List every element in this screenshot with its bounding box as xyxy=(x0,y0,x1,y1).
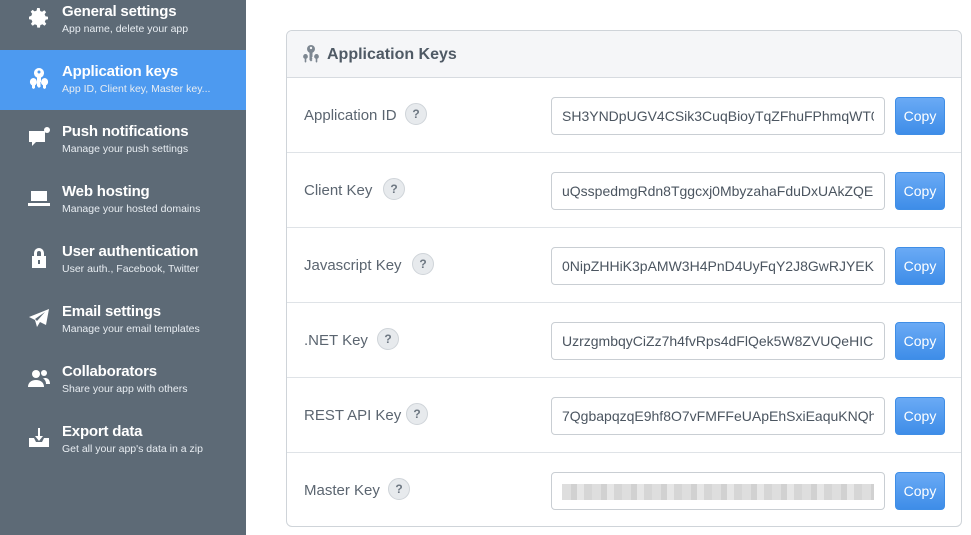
help-icon[interactable]: ? xyxy=(406,403,428,425)
sidebar-item-subtitle: Manage your push settings xyxy=(62,143,189,155)
sidebar-item-push-notifications[interactable]: Push notifications Manage your push sett… xyxy=(0,110,246,170)
sidebar-item-title: Web hosting xyxy=(62,183,150,200)
key-row-net-key: .NET Key ? Copy xyxy=(287,303,961,378)
sidebar-item-user-authentication[interactable]: User authentication User auth., Facebook… xyxy=(0,230,246,290)
master-key-field[interactable] xyxy=(551,472,885,510)
key-row-rest-api-key: REST API Key ? Copy xyxy=(287,378,961,453)
application-keys-panel: Application Keys Application ID ? Copy C… xyxy=(286,30,962,527)
copy-master-key-button[interactable]: Copy xyxy=(895,472,945,510)
gear-icon xyxy=(26,5,52,31)
sidebar-item-title: Email settings xyxy=(62,303,161,320)
help-icon[interactable]: ? xyxy=(383,178,405,200)
sidebar-item-export-data[interactable]: Export data Get all your app's data in a… xyxy=(0,410,246,470)
help-icon[interactable]: ? xyxy=(388,478,410,500)
key-row-master-key: Master Key ? Copy xyxy=(287,453,961,526)
sidebar-item-title: Collaborators xyxy=(62,363,157,380)
key-label: .NET Key xyxy=(304,332,368,349)
key-label: Client Key xyxy=(304,182,373,199)
sidebar-item-title: Push notifications xyxy=(62,123,189,140)
help-icon[interactable]: ? xyxy=(405,103,427,125)
copy-net-key-button[interactable]: Copy xyxy=(895,322,945,360)
panel-header: Application Keys xyxy=(287,31,961,78)
sidebar-item-subtitle: User auth., Facebook, Twitter xyxy=(62,263,199,275)
users-icon xyxy=(26,365,52,391)
sidebar-item-web-hosting[interactable]: Web hosting Manage your hosted domains xyxy=(0,170,246,230)
client-key-field[interactable] xyxy=(551,172,885,210)
key-row-javascript-key: Javascript Key ? Copy xyxy=(287,228,961,303)
net-key-field[interactable] xyxy=(551,322,885,360)
sidebar-item-subtitle: Share your app with others xyxy=(62,383,188,395)
download-tray-icon xyxy=(26,425,52,451)
sidebar-item-title: Export data xyxy=(62,423,143,440)
sidebar-item-subtitle: App name, delete your app xyxy=(62,23,189,35)
sidebar-item-title: User authentication xyxy=(62,243,199,260)
sidebar-item-subtitle: Manage your email templates xyxy=(62,323,200,335)
key-row-client-key: Client Key ? Copy xyxy=(287,153,961,228)
sidebar-item-email-settings[interactable]: Email settings Manage your email templat… xyxy=(0,290,246,350)
lock-icon xyxy=(26,245,52,271)
rest-api-key-field[interactable] xyxy=(551,397,885,435)
sidebar-item-subtitle: Manage your hosted domains xyxy=(62,203,201,215)
masked-value-blur xyxy=(562,484,874,500)
key-label: Application ID xyxy=(304,107,397,124)
sidebar-item-title: Application keys xyxy=(62,63,179,80)
copy-javascript-key-button[interactable]: Copy xyxy=(895,247,945,285)
sidebar-item-collaborators[interactable]: Collaborators Share your app with others xyxy=(0,350,246,410)
sidebar-item-general-settings[interactable]: General settings App name, delete your a… xyxy=(0,0,246,50)
key-label: REST API Key xyxy=(304,407,402,424)
panel-title: Application Keys xyxy=(327,46,457,63)
sidebar-item-application-keys[interactable]: Application keys App ID, Client key, Mas… xyxy=(0,50,246,110)
copy-rest-api-key-button[interactable]: Copy xyxy=(895,397,945,435)
sidebar-item-title: General settings xyxy=(62,3,177,20)
copy-application-id-button[interactable]: Copy xyxy=(895,97,945,135)
paper-plane-icon xyxy=(26,305,52,331)
sidebar-item-subtitle: Get all your app's data in a zip xyxy=(62,443,203,455)
keys-icon xyxy=(303,45,319,63)
key-row-application-id: Application ID ? Copy xyxy=(287,78,961,153)
key-label: Javascript Key xyxy=(304,257,402,274)
laptop-icon xyxy=(26,185,52,211)
sidebar: General settings App name, delete your a… xyxy=(0,0,246,535)
copy-client-key-button[interactable]: Copy xyxy=(895,172,945,210)
keys-icon xyxy=(26,65,52,91)
sidebar-item-subtitle: App ID, Client key, Master key... xyxy=(62,83,211,95)
key-label: Master Key xyxy=(304,482,380,499)
help-icon[interactable]: ? xyxy=(412,253,434,275)
application-id-field[interactable] xyxy=(551,97,885,135)
javascript-key-field[interactable] xyxy=(551,247,885,285)
chat-bubble-icon xyxy=(26,125,52,151)
help-icon[interactable]: ? xyxy=(377,328,399,350)
